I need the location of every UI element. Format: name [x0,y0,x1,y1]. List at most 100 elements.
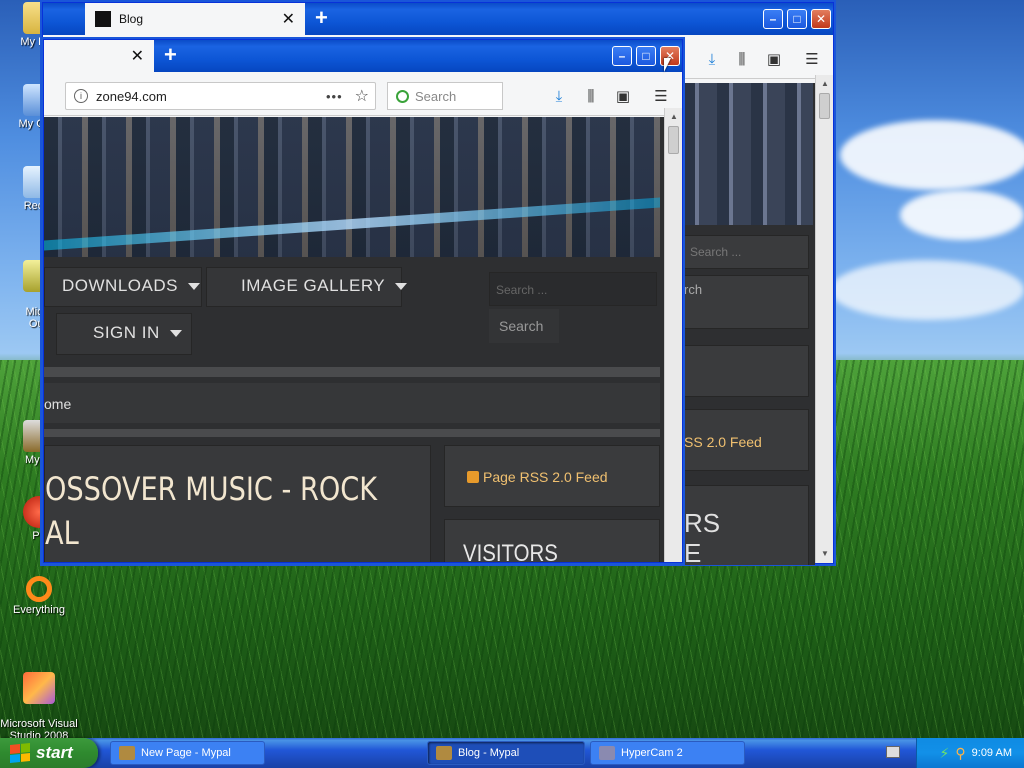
download-icon[interactable]: ⤓ [703,51,721,68]
banner-image [683,83,813,225]
address-bar[interactable]: i zone94.com ••• ☆ [65,82,376,110]
minimize-button[interactable]: – [612,46,632,66]
rss-link[interactable]: Page RSS 2.0 Feed [467,469,608,485]
taskbar: start New Page - Mypal Blog - Mypal Hype… [0,738,1024,768]
rss-link[interactable]: SS 2.0 Feed [684,434,762,450]
tab-new-page[interactable]: ✕ [44,40,154,72]
search-button[interactable]: rch [684,282,702,297]
mypal-icon [119,746,135,760]
visual-studio-icon [23,672,55,704]
browser-window-front[interactable]: ✕ + – □ ✕ i zone94.com ••• ☆ Search ⤓ ⫼ … [43,39,683,563]
tab-blog[interactable]: Blog ✕ [85,3,305,35]
minimize-button[interactable]: – [763,9,783,29]
bookmark-star-icon[interactable]: ☆ [355,86,369,106]
menu-image-gallery-label[interactable]: IMAGE GALLERY [241,276,408,296]
rss-icon [467,471,479,483]
wallpaper-cloud [830,260,1024,320]
title-bar[interactable]: ✕ + – □ ✕ [44,40,682,72]
menu-icon[interactable]: ☰ [803,51,821,68]
maximize-button[interactable]: □ [636,46,656,66]
search-button-label: Search [499,318,544,334]
taskbar-button-new-page[interactable]: New Page - Mypal [110,741,265,765]
visitors-heading: RS [684,508,721,538]
network-icon[interactable]: ⚡ [940,745,950,762]
mouse-cursor-icon [664,58,671,72]
keyboard-icon[interactable] [886,746,900,758]
clock[interactable]: 9:09 AM [972,747,1012,759]
wallpaper-cloud [900,190,1024,240]
banner-image [44,117,660,257]
wallpaper-cloud [840,120,1024,190]
divider [44,429,660,437]
visitors-panel: RS E [683,485,809,565]
site-search-input[interactable]: Search ... [489,272,657,306]
library-icon[interactable]: ⫼ [733,51,751,68]
page-actions-icon[interactable]: ••• [326,89,343,104]
sidebar-icon[interactable]: ▣ [765,51,783,68]
taskbar-button-label: Blog - Mypal [458,747,520,759]
visitors-heading: VISITORS [463,540,558,562]
article-title: OSSOVER MUSIC - ROCK [45,470,378,508]
maximize-button[interactable]: □ [787,9,807,29]
web-page: DOWNLOADS IMAGE GALLERY SIGN IN Search .… [44,117,664,562]
desktop-icon-everything[interactable]: Everything [0,576,78,616]
back-panel [683,345,809,397]
menu-label: IMAGE GALLERY [241,276,386,295]
close-tab-icon[interactable]: ✕ [282,9,295,29]
search-tray-icon[interactable]: ⚲ [955,745,965,762]
scroll-down-arrow[interactable]: ▼ [818,547,832,561]
menu-label: DOWNLOADS [62,276,178,295]
scroll-thumb[interactable] [819,93,830,119]
library-icon[interactable]: ⫼ [582,88,600,105]
menu-icon[interactable]: ☰ [652,88,670,105]
close-button[interactable]: ✕ [811,9,831,29]
taskbar-button-label: New Page - Mypal [141,747,231,759]
menu-downloads-label[interactable]: DOWNLOADS [62,276,200,296]
mypal-icon [436,746,452,760]
tab-title: Blog [119,12,144,26]
scroll-up-arrow[interactable]: ▲ [818,77,832,91]
scroll-up-arrow[interactable]: ▲ [667,110,681,124]
desktop-icon-label: Everything [13,604,65,616]
visitors-heading: E [684,538,702,565]
scroll-thumb[interactable] [668,126,679,154]
taskbar-button-label: HyperCam 2 [621,747,683,759]
start-button[interactable]: start [0,738,98,768]
site-search-button[interactable]: Search [489,309,559,343]
back-page-content: Search ... rch SS 2.0 Feed RS E [683,83,815,565]
search-input[interactable]: Search [415,89,456,104]
taskbar-button-blog[interactable]: Blog - Mypal [427,741,585,765]
url-text: zone94.com [96,88,167,104]
vertical-scrollbar[interactable]: ▲ ▼ [815,75,833,563]
rss-label: Page RSS 2.0 Feed [483,469,608,485]
article-title-continued: AL [45,514,79,552]
chevron-down-icon [187,282,200,290]
hypercam-icon [599,746,615,760]
close-tab-icon[interactable]: ✕ [131,46,144,66]
vertical-scrollbar[interactable]: ▲ [664,108,682,562]
sidebar-icon[interactable]: ▣ [614,88,632,105]
windows-logo-icon [10,742,30,764]
search-icon [396,89,409,103]
new-tab-button[interactable]: + [164,44,177,66]
info-icon[interactable]: i [74,89,88,103]
article-panel: OSSOVER MUSIC - ROCK AL [44,445,431,562]
toolbar: i zone94.com ••• ☆ Search ⤓ ⫼ ▣ ☰ [44,72,682,116]
taskbar-button-hypercam[interactable]: HyperCam 2 [590,741,745,765]
search-box[interactable]: Search [387,82,503,110]
breadcrumb-home-link[interactable]: ome [44,396,71,412]
rss-panel: Page RSS 2.0 Feed [444,445,660,507]
search-input[interactable]: Search ... [690,245,741,259]
menu-sign-in-label[interactable]: SIGN IN [93,323,182,343]
new-tab-button[interactable]: + [315,7,328,29]
download-icon[interactable]: ⤓ [550,88,568,105]
chevron-down-icon [395,282,408,290]
title-bar[interactable]: Blog ✕ + – □ ✕ [43,3,833,35]
menu-label: SIGN IN [93,323,160,342]
breadcrumb: ome [44,383,660,423]
system-tray: ⚡ ⚲ 9:09 AM [916,738,1024,768]
search-panel: Search ... [683,235,809,269]
visitors-panel: VISITORS [444,519,660,562]
start-label: start [36,743,73,762]
site-favicon-icon [95,11,111,27]
